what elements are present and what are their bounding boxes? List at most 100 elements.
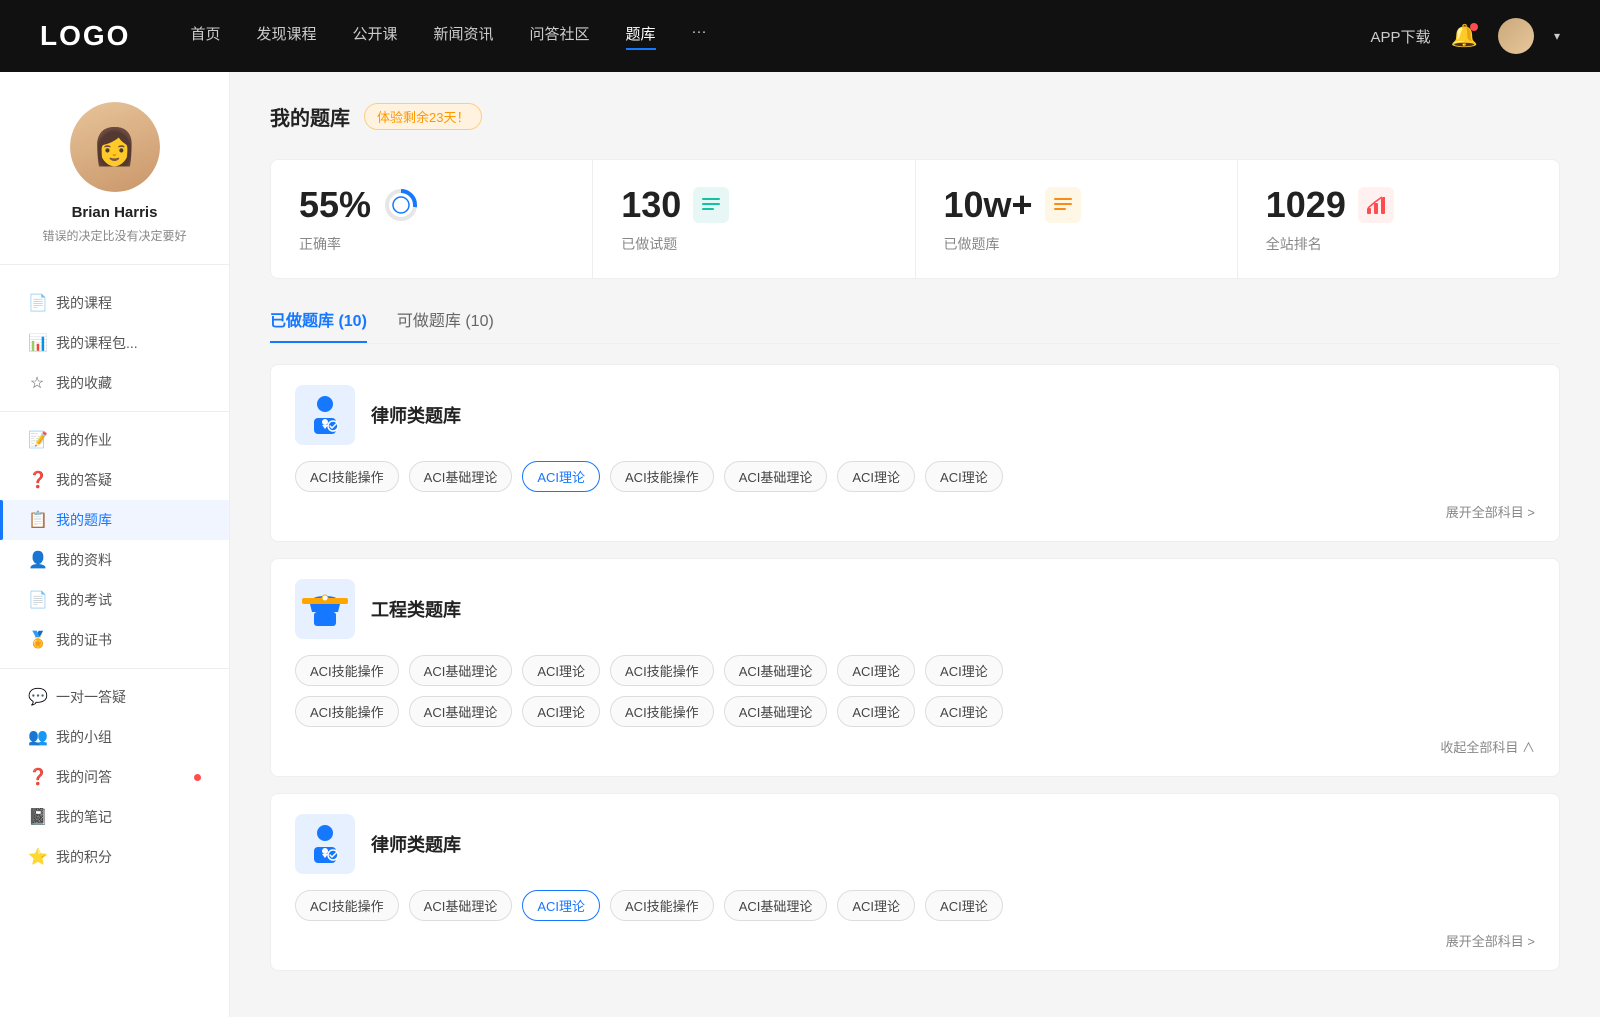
tag-item[interactable]: ACI技能操作 (610, 655, 714, 686)
bank-card-header: 律师类题库 (295, 814, 1535, 874)
question-bank-icon: 📋 (28, 510, 46, 530)
lawyer-bank-icon (295, 385, 355, 445)
stat-done-banks: 10w+ 已做题库 (916, 160, 1238, 278)
sidebar-label: 一对一答疑 (56, 687, 201, 707)
tag-item[interactable]: ACI基础理论 (724, 461, 828, 492)
app-download[interactable]: APP下载 (1371, 26, 1431, 47)
tag-item[interactable]: ACI理论 (837, 655, 915, 686)
sidebar: 👩 Brian Harris 错误的决定比没有决定要好 📄 我的课程 📊 我的课… (0, 72, 230, 1017)
tag-item[interactable]: ACI基础理论 (724, 890, 828, 921)
avatar-image: 👩 (70, 102, 160, 192)
bank-title: 律师类题库 (371, 831, 461, 857)
tag-item[interactable]: ACI基础理论 (409, 890, 513, 921)
notification-bell[interactable]: 🔔 (1451, 23, 1478, 49)
bank-card-lawyer-1: 律师类题库 ACI技能操作 ACI基础理论 ACI理论 ACI技能操作 ACI基… (270, 364, 1560, 542)
bell-dot (1470, 23, 1478, 31)
tag-item[interactable]: ACI技能操作 (610, 461, 714, 492)
tag-item[interactable]: ACI理论 (837, 461, 915, 492)
sidebar-item-my-qa[interactable]: ❓ 我的问答 (0, 757, 229, 797)
stat-value: 10w+ (944, 184, 1033, 226)
sidebar-item-course-package[interactable]: 📊 我的课程包... (0, 323, 229, 363)
sidebar-item-tutoring[interactable]: 💬 一对一答疑 (0, 677, 229, 717)
tag-item[interactable]: ACI理论 (925, 696, 1003, 727)
stat-label: 正确率 (299, 234, 564, 254)
tag-item[interactable]: ACI技能操作 (610, 696, 714, 727)
tag-item[interactable]: ACI理论 (522, 890, 600, 921)
tag-item[interactable]: ACI理论 (925, 461, 1003, 492)
bank-card-lawyer-2: 律师类题库 ACI技能操作 ACI基础理论 ACI理论 ACI技能操作 ACI基… (270, 793, 1560, 971)
tag-item[interactable]: ACI基础理论 (409, 696, 513, 727)
nav-link-more[interactable]: ··· (692, 23, 707, 50)
bank-card-header: 律师类题库 (295, 385, 1535, 445)
points-icon: ⭐ (28, 847, 46, 867)
sidebar-label: 我的课程 (56, 293, 201, 313)
sidebar-label: 我的资料 (56, 550, 201, 570)
tag-item[interactable]: ACI基础理论 (724, 696, 828, 727)
tag-item[interactable]: ACI理论 (837, 696, 915, 727)
stat-correct-rate: 55% 正确率 (271, 160, 593, 278)
sidebar-label: 我的收藏 (56, 373, 201, 393)
sidebar-item-homework[interactable]: 📝 我的作业 (0, 420, 229, 460)
nav-link-news[interactable]: 新闻资讯 (434, 23, 494, 50)
tag-item[interactable]: ACI技能操作 (295, 696, 399, 727)
tag-item[interactable]: ACI理论 (925, 890, 1003, 921)
questions-icon: ❓ (28, 470, 46, 490)
tab-done-banks[interactable]: 已做题库 (10) (270, 307, 367, 343)
group-icon: 👥 (28, 727, 46, 747)
avatar[interactable] (1498, 18, 1534, 54)
stat-done-questions: 130 已做试题 (593, 160, 915, 278)
chevron-down-icon[interactable]: ▾ (1554, 29, 1560, 43)
sidebar-divider-2 (0, 668, 229, 669)
notes-icon: 📓 (28, 807, 46, 827)
stat-top: 1029 (1266, 184, 1531, 226)
stats-row: 55% 正确率 130 (270, 159, 1560, 279)
collapse-button[interactable]: 收起全部科目 ∧ (295, 737, 1535, 756)
sidebar-item-favorites[interactable]: ☆ 我的收藏 (0, 363, 229, 403)
tab-available-banks[interactable]: 可做题库 (10) (397, 307, 494, 343)
tag-item[interactable]: ACI技能操作 (295, 655, 399, 686)
my-qa-icon: ❓ (28, 767, 46, 787)
tag-item[interactable]: ACI技能操作 (295, 461, 399, 492)
tag-item[interactable]: ACI基础理论 (409, 461, 513, 492)
sidebar-profile: 👩 Brian Harris 错误的决定比没有决定要好 (0, 102, 229, 265)
expand-button-3[interactable]: 展开全部科目 > (295, 931, 1535, 950)
tag-item[interactable]: ACI理论 (925, 655, 1003, 686)
sidebar-item-exam[interactable]: 📄 我的考试 (0, 580, 229, 620)
engineer-bank-icon (295, 579, 355, 639)
lawyer-bank-icon-2 (295, 814, 355, 874)
sidebar-item-courses[interactable]: 📄 我的课程 (0, 283, 229, 323)
question-list-icon (693, 187, 729, 223)
bank-tags-row1: ACI技能操作 ACI基础理论 ACI理论 ACI技能操作 ACI基础理论 AC… (295, 655, 1535, 686)
profile-icon: 👤 (28, 550, 46, 570)
sidebar-item-points[interactable]: ⭐ 我的积分 (0, 837, 229, 877)
ranking-icon (1358, 187, 1394, 223)
tag-item[interactable]: ACI基础理论 (409, 655, 513, 686)
tag-item[interactable]: ACI理论 (522, 461, 600, 492)
sidebar-item-question-bank[interactable]: 📋 我的题库 (0, 500, 229, 540)
sidebar-username: Brian Harris (72, 204, 158, 221)
nav-link-discover[interactable]: 发现课程 (256, 23, 316, 50)
sidebar-item-profile[interactable]: 👤 我的资料 (0, 540, 229, 580)
tag-item[interactable]: ACI基础理论 (724, 655, 828, 686)
tag-item[interactable]: ACI技能操作 (295, 890, 399, 921)
stat-label: 已做题库 (944, 234, 1209, 254)
expand-button-1[interactable]: 展开全部科目 > (295, 502, 1535, 521)
tag-item[interactable]: ACI技能操作 (610, 890, 714, 921)
bank-tags-row2: ACI技能操作 ACI基础理论 ACI理论 ACI技能操作 ACI基础理论 AC… (295, 696, 1535, 727)
pie-chart-icon (383, 187, 419, 223)
nav-link-home[interactable]: 首页 (190, 23, 220, 50)
sidebar-motto: 错误的决定比没有决定要好 (42, 227, 186, 244)
tag-item[interactable]: ACI理论 (522, 655, 600, 686)
sidebar-item-certificate[interactable]: 🏅 我的证书 (0, 620, 229, 660)
sidebar-item-notes[interactable]: 📓 我的笔记 (0, 797, 229, 837)
sidebar-item-questions[interactable]: ❓ 我的答疑 (0, 460, 229, 500)
nav-link-qa[interactable]: 问答社区 (530, 23, 590, 50)
navbar: LOGO 首页 发现课程 公开课 新闻资讯 问答社区 题库 ··· APP下载 … (0, 0, 1600, 72)
tag-item[interactable]: ACI理论 (837, 890, 915, 921)
sidebar-item-group[interactable]: 👥 我的小组 (0, 717, 229, 757)
stat-ranking: 1029 全站排名 (1238, 160, 1559, 278)
page-header: 我的题库 体验剩余23天！ (270, 102, 1560, 131)
nav-link-openclass[interactable]: 公开课 (352, 23, 397, 50)
tag-item[interactable]: ACI理论 (522, 696, 600, 727)
nav-link-question-bank[interactable]: 题库 (626, 23, 656, 50)
